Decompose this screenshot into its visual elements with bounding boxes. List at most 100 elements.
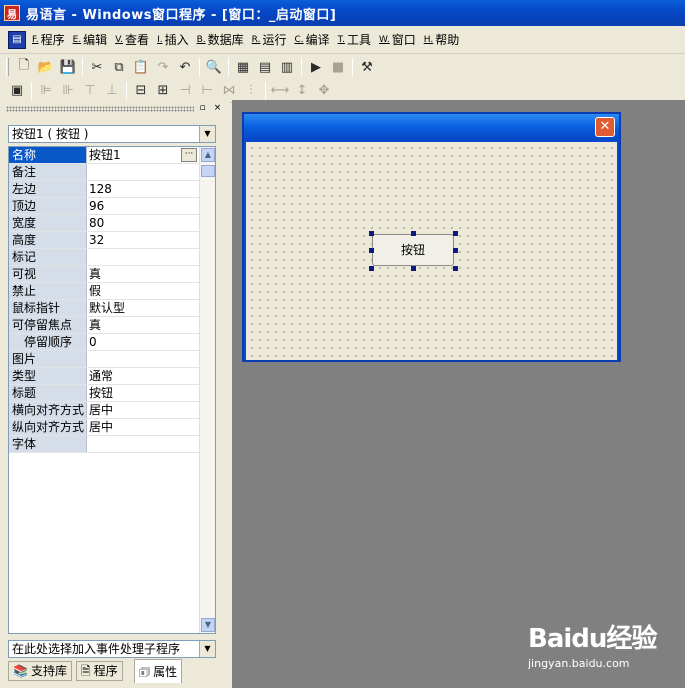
property-row[interactable]: 停留顺序 0 [9,334,199,351]
panel-grip[interactable] [6,106,194,112]
form-window[interactable]: ✕ 按钮 [242,112,621,362]
resize-handle[interactable] [453,266,458,271]
menu-edit[interactable]: E. 编辑 [69,26,112,54]
menu-run[interactable]: R. 运行 [248,26,291,54]
design-area: ✕ 按钮 [232,100,685,688]
copy-icon[interactable]: ⧉ [108,56,130,78]
scroll-thumb[interactable] [201,165,215,177]
window-title: 易语言 - Windows窗口程序 - [窗口：_启动窗口] [26,7,337,23]
layout-2-icon[interactable]: ▤ [254,56,276,78]
paste-icon[interactable]: 📋 [130,56,152,78]
ellipsis-button[interactable]: ··· [181,148,197,162]
tab-properties[interactable]: 🗊 属性 [134,659,183,683]
grid-toggle-icon[interactable]: ▣ [6,80,28,102]
property-row[interactable]: 横向对齐方式 居中 [9,402,199,419]
menu-help[interactable]: H. 帮助 [420,26,464,54]
cut-icon[interactable]: ✂ [86,56,108,78]
form-close-icon[interactable]: ✕ [595,117,615,137]
property-row[interactable]: 禁止 假 [9,283,199,300]
save-icon[interactable]: 💾 [57,56,79,78]
property-row[interactable]: 图片 [9,351,199,368]
find-icon[interactable]: 🔍 [203,56,225,78]
watermark-url: jingyan.baidu.com [528,657,630,670]
resize-handle[interactable] [369,248,374,253]
tools-icon[interactable]: ⚒ [356,56,378,78]
program-icon: 🗎 [81,664,91,678]
layout-3-icon[interactable]: ▥ [276,56,298,78]
open-folder-icon[interactable]: 📂 [35,56,57,78]
property-row[interactable]: 类型 通常 [9,368,199,385]
space-horizontal-icon[interactable]: ⊣ [174,80,196,102]
form-canvas[interactable]: 按钮 [246,142,617,360]
property-row[interactable]: 纵向对齐方式 居中 [9,419,199,436]
property-row[interactable]: 字体 [9,436,199,453]
same-height-icon[interactable]: ↕ [291,80,313,102]
property-row[interactable]: 标记 [9,249,199,266]
property-row[interactable]: 可视 真 [9,266,199,283]
align-top-icon[interactable]: ⊤ [79,80,101,102]
resize-handle[interactable] [411,231,416,236]
resize-handle[interactable] [411,266,416,271]
distribute-icon[interactable]: ⫶ [240,80,262,102]
align-bottom-icon[interactable]: ⊥ [101,80,123,102]
run-icon[interactable]: ▶ [305,56,327,78]
menu-window[interactable]: W. 窗口 [375,26,420,54]
resize-handle[interactable] [369,266,374,271]
new-file-icon[interactable]: 🗋 [13,56,35,78]
property-row[interactable]: 高度 32 [9,232,199,249]
property-row[interactable]: 左边 128 [9,181,199,198]
properties-icon: 🗊 [139,664,151,679]
property-row[interactable]: 名称 按钮1 ··· [9,147,199,164]
tab-support-library[interactable]: 📚 支持库 [8,661,72,681]
object-selector[interactable]: 按钮1 ( 按钮 ) ▼ [8,125,216,143]
panel-pin-icon[interactable]: ▫ [196,103,209,115]
app-icon[interactable]: 易 [4,5,20,21]
scroll-down-icon[interactable]: ▼ [201,618,215,632]
event-selector[interactable]: 在此处选择加入事件处理子程序 ▼ [8,640,216,658]
property-row[interactable]: 宽度 80 [9,215,199,232]
property-row[interactable]: 标题 按钮 [9,385,199,402]
watermark: Bai⁠du经验 jingyan.baidu.com [528,618,657,670]
property-scrollbar[interactable]: ▲ ▼ [199,147,215,633]
standard-toolbar: 🗋 📂 💾 ✂ ⧉ 📋 ↷ ↶ 🔍 ▦ ▤ ▥ ▶ ■ ⚒ [0,55,685,79]
chevron-down-icon[interactable]: ▼ [199,641,215,657]
center-vertical-icon[interactable]: ⊞ [152,80,174,102]
resize-handle[interactable] [453,231,458,236]
panel-header: ▫ × [0,100,230,120]
library-icon: 📚 [13,664,28,678]
form-title-bar[interactable]: ✕ [244,114,619,140]
property-row[interactable]: 可停留焦点 真 [9,317,199,334]
space-equal-icon[interactable]: ⋈ [218,80,240,102]
layout-1-icon[interactable]: ▦ [232,56,254,78]
resize-handle[interactable] [369,231,374,236]
tab-program[interactable]: 🗎 程序 [76,661,123,681]
same-width-icon[interactable]: ⟷ [269,80,291,102]
property-row[interactable]: 顶边 96 [9,198,199,215]
property-row[interactable]: 备注 [9,164,199,181]
same-size-icon[interactable]: ✥ [313,80,335,102]
menu-tools[interactable]: T. 工具 [334,26,375,54]
resize-handle[interactable] [453,248,458,253]
title-bar: 易 易语言 - Windows窗口程序 - [窗口：_启动窗口] [0,0,685,26]
menu-bar: ▤ F. 程序 E. 编辑 V. 查看 I. 插入 B. 数据库 R. 运行 C. 编译 T.… [0,26,685,54]
stop-icon[interactable]: ■ [327,56,349,78]
property-row[interactable]: 鼠标指针 默认型 [9,300,199,317]
menu-database[interactable]: B. 数据库 [193,26,248,54]
menu-compile[interactable]: C. 编译 [290,26,333,54]
toolbar-grip[interactable] [6,58,9,76]
property-grid: 名称 按钮1 ··· 备注 左边 128 顶边 96 宽度 80 高度 32 标… [8,146,216,634]
menu-logo-icon[interactable]: ▤ [8,30,26,49]
undo-icon[interactable]: ↶ [174,56,196,78]
menu-program[interactable]: F. 程序 [28,26,69,54]
chevron-down-icon[interactable]: ▼ [199,126,215,142]
center-horizontal-icon[interactable]: ⊟ [130,80,152,102]
menu-insert[interactable]: I. 插入 [153,26,193,54]
button-control[interactable]: 按钮 [372,234,454,266]
align-right-icon[interactable]: ⊪ [57,80,79,102]
menu-view[interactable]: V. 查看 [111,26,153,54]
align-left-icon[interactable]: ⊫ [35,80,57,102]
redo-icon[interactable]: ↷ [152,56,174,78]
space-vertical-icon[interactable]: ⊢ [196,80,218,102]
scroll-up-icon[interactable]: ▲ [201,148,215,162]
panel-close-icon[interactable]: × [211,103,224,115]
